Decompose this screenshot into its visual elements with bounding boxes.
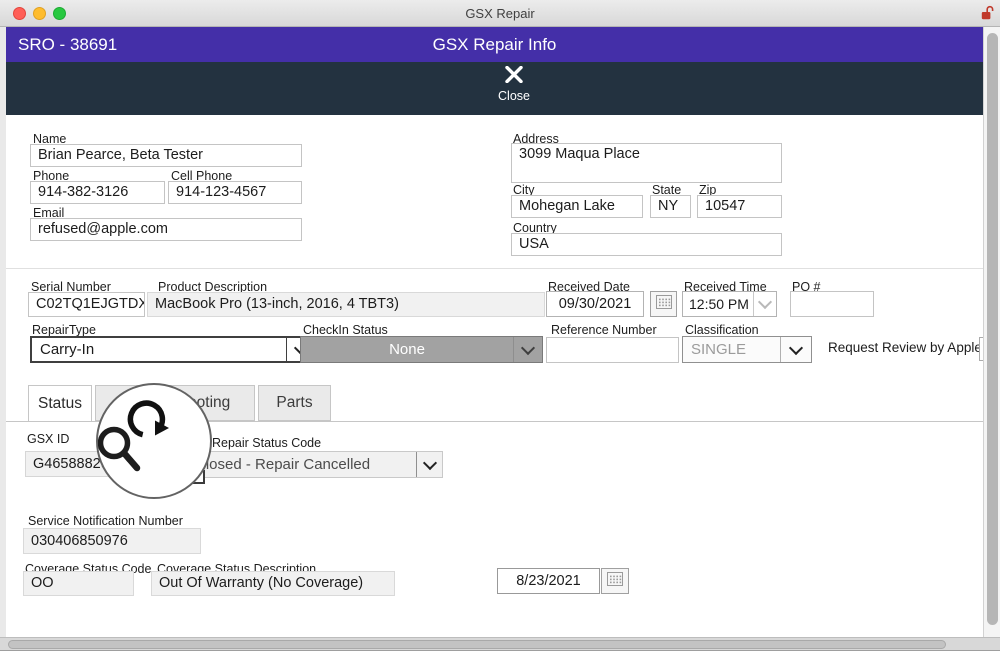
request-review-label: Request Review by Apple?	[828, 340, 989, 355]
email-field[interactable]: refused@apple.com	[30, 218, 302, 241]
vertical-scrollbar-thumb[interactable]	[987, 33, 998, 625]
name-field[interactable]: Brian Pearce, Beta Tester	[30, 144, 302, 167]
address-field[interactable]: 3099 Maqua Place	[511, 143, 782, 183]
unlocked-padlock-icon	[981, 5, 994, 26]
purple-header: SRO - 38691 GSX Repair Info	[6, 27, 983, 62]
chevron-down-icon	[758, 295, 772, 309]
chevron-down-icon	[789, 340, 803, 354]
chevron-down-icon	[521, 340, 535, 354]
cell-phone-field[interactable]: 914-123-4567	[168, 181, 302, 204]
magnifier-icon	[101, 430, 138, 469]
country-field[interactable]: USA	[511, 233, 782, 256]
reference-number-label: Reference Number	[551, 323, 657, 337]
status-date-field[interactable]: 8/23/2021	[497, 568, 600, 594]
close-x-icon	[505, 70, 523, 87]
received-time-dropdown[interactable]: 12:50 PM	[682, 291, 777, 317]
window-title: GSX Repair	[0, 6, 1000, 21]
calendar-icon	[607, 572, 623, 591]
repair-status-code-value: Closed - Repair Cancelled	[188, 452, 416, 477]
gsx-repair-window: GSX Repair SRO - 38691 GSX Repair Info C…	[0, 0, 1000, 651]
received-time-dropdown-button[interactable]	[753, 292, 776, 316]
coverage-status-code-field: OO	[23, 571, 134, 596]
classification-dropdown[interactable]: SINGLE	[682, 336, 812, 363]
repair-status-code-label: Repair Status Code	[212, 436, 321, 450]
checkin-status-dropdown-button[interactable]	[513, 337, 542, 362]
close-button-label: Close	[479, 89, 549, 103]
classification-dropdown-button[interactable]	[780, 337, 811, 362]
reference-number-field[interactable]	[546, 337, 679, 363]
classification-label: Classification	[685, 323, 759, 337]
status-date-calendar-button[interactable]	[601, 568, 629, 594]
repair-status-code-dropdown[interactable]: Closed - Repair Cancelled	[187, 451, 443, 478]
zoom-bubble-overlay	[96, 383, 212, 499]
gsx-id-label: GSX ID	[27, 432, 69, 446]
zip-field[interactable]: 10547	[697, 195, 782, 218]
state-field[interactable]: NY	[650, 195, 691, 218]
serial-number-field[interactable]: C02TQ1EJGTDX	[28, 292, 145, 317]
product-description-field: MacBook Pro (13-inch, 2016, 4 TBT3)	[147, 292, 545, 317]
classification-value: SINGLE	[683, 337, 780, 362]
received-date-calendar-button[interactable]	[650, 291, 677, 317]
close-button[interactable]: Close	[479, 66, 549, 103]
coverage-status-description-field: Out Of Warranty (No Coverage)	[151, 571, 395, 596]
city-field[interactable]: Mohegan Lake	[511, 195, 643, 218]
received-time-value: 12:50 PM	[683, 292, 753, 316]
horizontal-scrollbar[interactable]	[0, 637, 1000, 651]
calendar-icon	[656, 295, 672, 314]
titlebar: GSX Repair	[0, 0, 1000, 27]
repair-status-code-dropdown-button[interactable]	[416, 452, 442, 477]
po-number-field[interactable]	[790, 291, 874, 317]
chevron-down-icon	[422, 455, 436, 469]
phone-field[interactable]: 914-382-3126	[30, 181, 165, 204]
checkin-status-value: None	[301, 337, 513, 362]
service-notification-field: 030406850976	[23, 528, 201, 554]
section-divider	[6, 268, 983, 269]
repair-type-label: RepairType	[32, 323, 96, 337]
horizontal-scrollbar-thumb[interactable]	[8, 640, 946, 649]
repair-type-value: Carry-In	[32, 338, 286, 361]
service-notification-label: Service Notification Number	[28, 514, 183, 528]
page-title: GSX Repair Info	[6, 27, 983, 62]
tab-parts[interactable]: Parts	[258, 385, 331, 421]
window-left-border	[0, 27, 6, 637]
vertical-scrollbar[interactable]	[983, 27, 1000, 637]
checkin-status-label: CheckIn Status	[303, 323, 388, 337]
checkin-status-dropdown[interactable]: None	[300, 336, 543, 363]
repair-type-dropdown[interactable]: Carry-In	[30, 336, 317, 363]
refresh-icon	[130, 403, 169, 435]
received-date-field[interactable]: 09/30/2021	[546, 291, 644, 317]
tab-status[interactable]: Status	[28, 385, 92, 421]
